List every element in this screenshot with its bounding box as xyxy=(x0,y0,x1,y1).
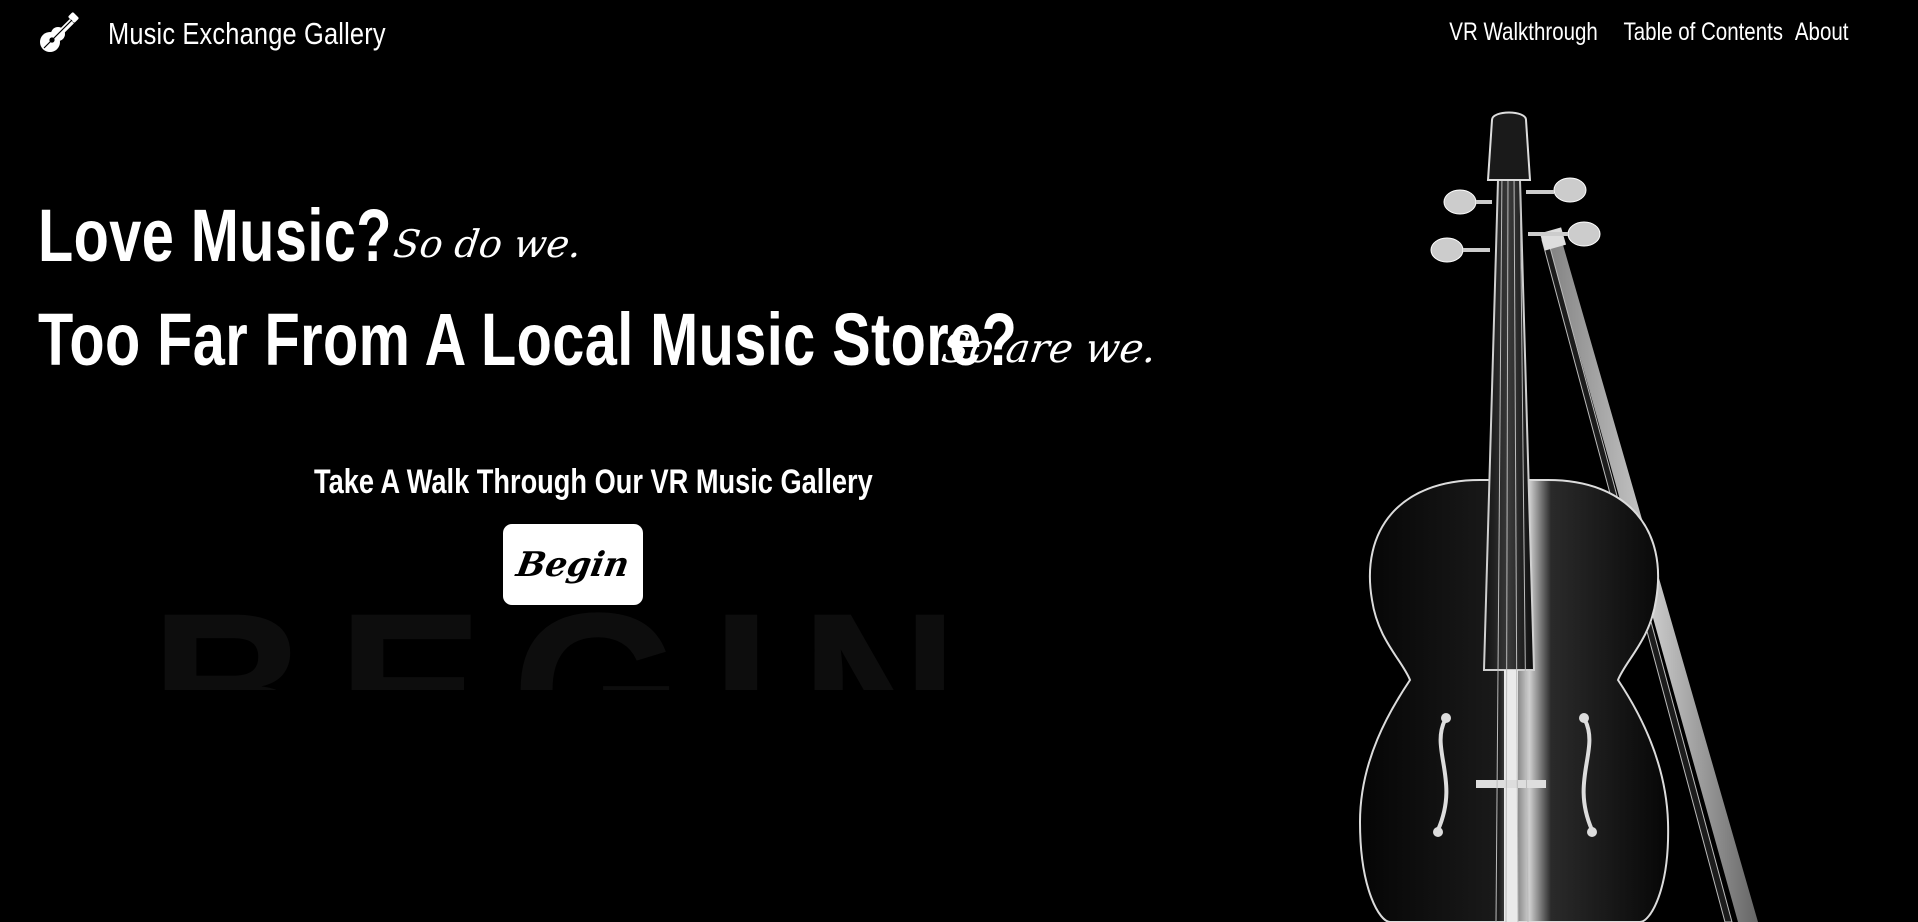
nav-link-table-of-contents[interactable]: Table of Contents xyxy=(1624,14,1784,50)
brand-name: Music Exchange Gallery xyxy=(108,16,386,51)
nav-link-about[interactable]: About xyxy=(1795,14,1849,50)
script-so-are-we: So are we. xyxy=(938,326,1160,372)
headline-love-music: Love Music? xyxy=(38,194,392,277)
violin-icon xyxy=(1358,111,1758,922)
begin-button-label: Begin xyxy=(513,544,633,585)
page: Music Exchange Gallery VR Walkthrough Ta… xyxy=(0,0,1918,922)
begin-button[interactable]: Begin xyxy=(503,524,643,605)
headline-too-far: Too Far From A Local Music Store? xyxy=(38,298,1018,381)
main-nav: VR Walkthrough Table of Contents About xyxy=(1433,14,1854,50)
background-word-text: BEGIN xyxy=(150,567,987,690)
script-so-do-we: So do we. xyxy=(390,222,585,266)
brand-link[interactable]: Music Exchange Gallery xyxy=(36,12,447,56)
background-word: BEGIN xyxy=(150,560,1210,690)
guitar-icon xyxy=(40,12,79,52)
nav-link-vr-walkthrough[interactable]: VR Walkthrough xyxy=(1449,14,1597,50)
hero-tagline: Take A Walk Through Our VR Music Gallery xyxy=(314,463,873,501)
